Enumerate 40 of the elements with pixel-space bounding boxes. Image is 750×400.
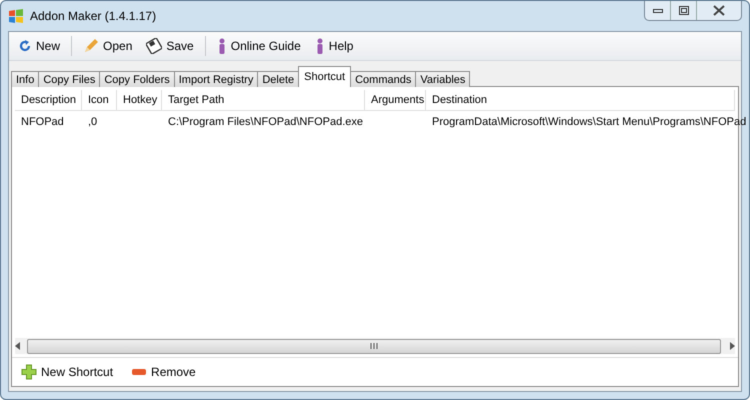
toolbar-button[interactable]: New Shortcut bbox=[16, 362, 118, 382]
tab[interactable]: Info bbox=[11, 71, 40, 87]
toolbar-button[interactable]: Remove bbox=[126, 363, 201, 381]
plus-icon bbox=[21, 364, 37, 380]
column-header[interactable]: Arguments bbox=[365, 90, 426, 111]
floppy-icon bbox=[146, 38, 162, 54]
column-header[interactable]: Hotkey bbox=[117, 90, 162, 111]
info-icon bbox=[314, 38, 325, 54]
toolbar-button[interactable]: Save bbox=[141, 36, 199, 56]
toolbar-button[interactable]: Online Guide bbox=[212, 36, 306, 56]
table-cell-text: C:\Program Files\NFOPad\NFOPad.exe bbox=[167, 115, 364, 130]
tab[interactable]: Variables bbox=[415, 71, 470, 87]
windows-logo-icon bbox=[8, 8, 24, 24]
tab[interactable]: Copy Folders bbox=[99, 71, 175, 87]
column-header[interactable]: Target Path bbox=[162, 90, 365, 111]
table-cell-text: NFOPad bbox=[20, 115, 65, 130]
maximize-icon bbox=[678, 6, 688, 15]
column-header[interactable]: Icon bbox=[82, 90, 117, 111]
info-icon bbox=[216, 38, 227, 54]
pencil-icon bbox=[83, 38, 100, 54]
scroll-right-icon[interactable] bbox=[729, 342, 735, 350]
window-title: Addon Maker (1.4.1.17) bbox=[30, 9, 158, 23]
column-header[interactable]: Destination bbox=[426, 90, 735, 111]
table-cell-text: ,0 bbox=[87, 115, 98, 130]
toolbar-button[interactable]: New bbox=[13, 37, 66, 55]
tab[interactable]: Shortcut bbox=[298, 66, 352, 87]
scroll-left-icon[interactable] bbox=[15, 342, 21, 350]
table-cell-text: ProgramData\Microsoft\Windows\Start Menu\Programs\NFOPad bbox=[431, 115, 748, 130]
close-icon bbox=[713, 5, 725, 16]
toolbar-button[interactable]: Help bbox=[310, 36, 358, 56]
scrollbar-thumb[interactable] bbox=[27, 338, 721, 354]
minimize-icon bbox=[652, 8, 662, 12]
toolbar-button[interactable]: Open bbox=[78, 36, 138, 56]
minus-icon bbox=[131, 368, 148, 376]
column-header[interactable]: Description bbox=[15, 90, 82, 111]
tab[interactable]: Commands bbox=[350, 71, 416, 87]
tab[interactable]: Import Registry bbox=[174, 71, 258, 87]
refresh-icon bbox=[18, 39, 32, 53]
tab[interactable]: Copy Files bbox=[38, 71, 100, 87]
tab[interactable]: Delete bbox=[257, 71, 300, 87]
